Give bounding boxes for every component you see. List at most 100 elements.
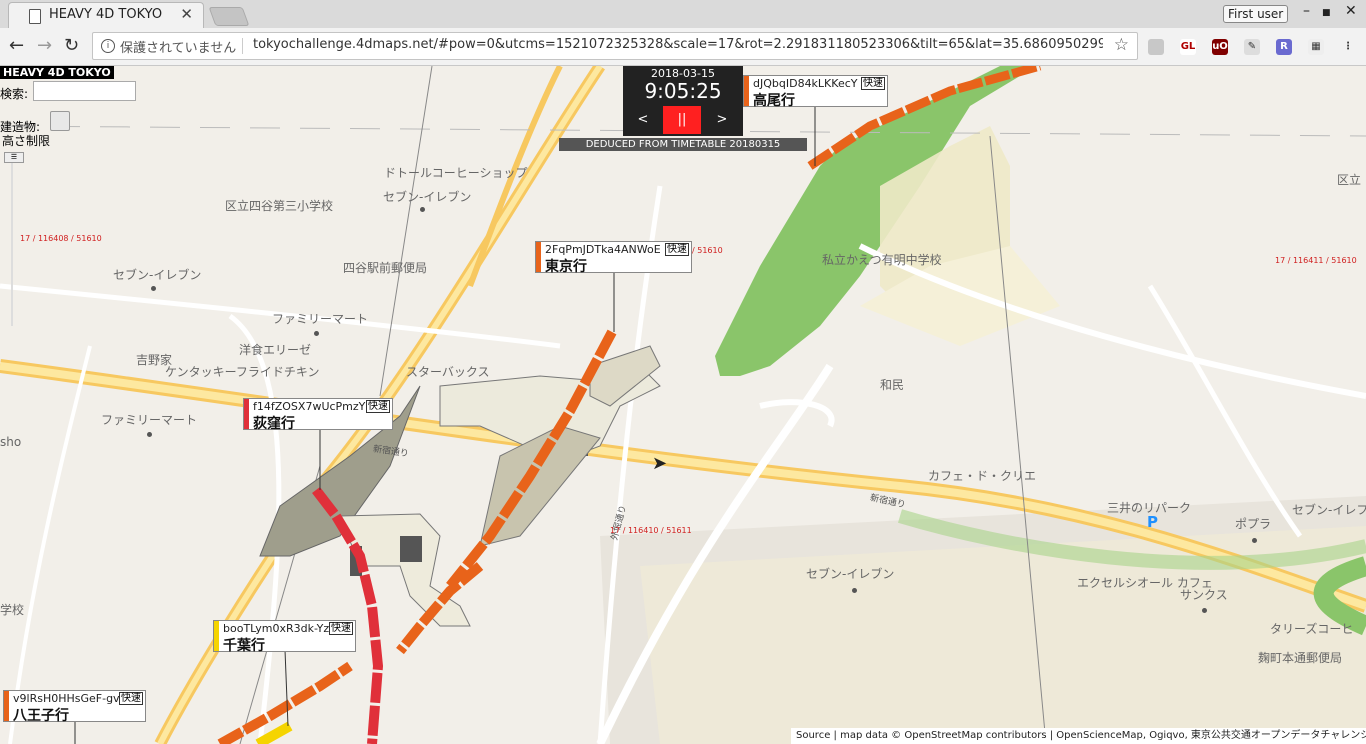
poi-label: サンクス bbox=[1180, 588, 1228, 602]
train-destination: 東京行 bbox=[545, 259, 587, 275]
minimize-icon[interactable]: – bbox=[1303, 3, 1310, 19]
train-destination: 八王子行 bbox=[13, 708, 69, 724]
poi-label: カフェ・ド・クリエ bbox=[928, 469, 1037, 483]
building-toggle[interactable] bbox=[50, 111, 70, 131]
timetable-source: DEDUCED FROM TIMETABLE 20180315 bbox=[559, 138, 807, 151]
tab-close-icon[interactable]: ✕ bbox=[180, 5, 193, 23]
line-color-bar bbox=[244, 399, 249, 429]
poi-label: 私立かえつ有明中学校 bbox=[822, 253, 942, 267]
poi-dot-icon bbox=[852, 588, 857, 593]
pause-button[interactable]: || bbox=[663, 106, 701, 134]
tile-coord-label: 17 / 116410 / 51611 bbox=[610, 526, 692, 535]
poi-label: 和民 bbox=[880, 378, 905, 392]
poi-label: 区立 bbox=[1337, 173, 1362, 187]
tile-coord-label: 17 / 116411 / 51610 bbox=[1275, 256, 1357, 265]
maximize-icon[interactable]: ■ bbox=[1322, 8, 1331, 18]
poi-label: 四谷駅前郵便局 bbox=[343, 261, 428, 275]
poi-dot-icon bbox=[147, 432, 152, 437]
line-color-bar bbox=[4, 691, 9, 721]
height-slider-track[interactable] bbox=[11, 158, 13, 326]
info-icon[interactable]: i bbox=[101, 39, 115, 53]
line-color-bar bbox=[536, 242, 541, 272]
page-favicon-icon bbox=[29, 9, 41, 24]
height-limit-label: 高さ制限 bbox=[2, 134, 51, 148]
poi-label: sho bbox=[0, 435, 22, 449]
rapid-badge: 快速 bbox=[366, 400, 390, 413]
circle-extension-icon[interactable] bbox=[1148, 39, 1164, 55]
ublock-extension-icon[interactable]: uO bbox=[1212, 39, 1228, 55]
poi-label: ケンタッキーフライドチキン bbox=[165, 365, 320, 379]
poi-label: 洋食エリーゼ bbox=[239, 343, 312, 357]
eyedropper-extension-icon[interactable]: ✎ bbox=[1244, 39, 1260, 55]
tab-title: HEAVY 4D TOKYO bbox=[49, 7, 163, 22]
omnibox-separator bbox=[242, 38, 243, 54]
poi-label: セブン-イレブン bbox=[113, 268, 202, 282]
back-icon[interactable]: ← bbox=[9, 35, 24, 56]
url-text[interactable]: tokyochallenge.4dmaps.net/#pow=0&utcms=1… bbox=[253, 37, 1103, 52]
time-display: 9:05:25 bbox=[644, 79, 722, 103]
poi-label: 区立四谷第三小学校 bbox=[225, 199, 334, 213]
search-input[interactable] bbox=[33, 81, 136, 101]
poi-label: 学校 bbox=[0, 603, 25, 617]
security-status: 保護されていません bbox=[120, 41, 237, 56]
train-destination: 千葉行 bbox=[223, 638, 265, 654]
poi-label: ファミリーマート bbox=[272, 312, 369, 326]
time-panel: 2018-03-15 9:05:25 < || > bbox=[623, 66, 743, 136]
tab-strip: HEAVY 4D TOKYO ✕ First user – ■ ✕ bbox=[0, 0, 1366, 28]
profile-button[interactable]: First user bbox=[1223, 5, 1289, 23]
r-extension-icon[interactable]: R bbox=[1276, 39, 1292, 55]
train-destination: 高尾行 bbox=[753, 93, 795, 109]
search-label: 検索: bbox=[0, 87, 29, 101]
poi-label: セブン-イレブン bbox=[806, 567, 895, 581]
bookmark-star-icon[interactable]: ☆ bbox=[1114, 35, 1129, 55]
tile-coord-label: / 51610 bbox=[692, 246, 723, 255]
forward-icon[interactable]: → bbox=[37, 35, 52, 56]
poi-dot-icon bbox=[151, 286, 156, 291]
train-label[interactable]: v9lRsH0HHsGeF-gv 快速 八王子行 bbox=[3, 690, 146, 724]
poi-label: ポプラ bbox=[1235, 517, 1272, 531]
browser-toolbar: ← → ↻ i 保護されていません tokyochallenge.4dmaps.… bbox=[0, 28, 1366, 66]
rapid-badge: 快速 bbox=[119, 692, 143, 705]
poi-label: スターバックス bbox=[406, 365, 490, 379]
height-slider-thumb[interactable]: ☰ bbox=[4, 152, 24, 163]
poi-dot-icon bbox=[1252, 538, 1257, 543]
poi-label: タリーズコーヒ bbox=[1270, 622, 1354, 636]
window-close-icon[interactable]: ✕ bbox=[1345, 3, 1357, 19]
train-id: v9lRsH0HHsGeF-gv bbox=[13, 692, 120, 705]
train-label[interactable]: f14fZOSX7wUcPmzY 快速 荻窪行 bbox=[243, 398, 393, 432]
line-color-bar bbox=[214, 621, 219, 651]
chart-extension-icon[interactable]: ▦ bbox=[1308, 39, 1324, 55]
train-label[interactable]: dJQbqID84kLKKecY 快速 高尾行 bbox=[743, 75, 888, 109]
reload-icon[interactable]: ↻ bbox=[64, 35, 79, 56]
poi-dot-icon bbox=[420, 207, 425, 212]
gl-extension-icon[interactable]: GL bbox=[1180, 39, 1196, 55]
map-graphics bbox=[0, 66, 1366, 744]
address-bar[interactable]: i 保護されていません tokyochallenge.4dmaps.net/#p… bbox=[92, 32, 1138, 60]
map-canvas[interactable]: ドトールコーヒーショップ セブン-イレブン 区立四谷第三小学校 セブン-イレブン… bbox=[0, 66, 1366, 744]
parking-icon: P bbox=[1147, 513, 1158, 531]
poi-label: ドトールコーヒーショップ bbox=[384, 166, 528, 180]
mouse-cursor-icon: ➤ bbox=[652, 453, 668, 474]
poi-dot-icon bbox=[314, 331, 319, 336]
train-id: 2FqPmJDTka4ANWoE bbox=[545, 243, 661, 256]
new-tab-button[interactable] bbox=[208, 7, 250, 26]
rewind-button[interactable]: < bbox=[624, 106, 662, 134]
train-label[interactable]: booTLym0xR3dk-Yz 快速 千葉行 bbox=[213, 620, 356, 654]
map-attribution[interactable]: Source | map data © OpenStreetMap contri… bbox=[791, 728, 1366, 744]
menu-icon[interactable]: ⋮ bbox=[1340, 39, 1356, 55]
line-color-bar bbox=[744, 76, 749, 106]
rapid-badge: 快速 bbox=[329, 622, 353, 635]
train-label[interactable]: 2FqPmJDTka4ANWoE 快速 東京行 bbox=[535, 241, 692, 275]
poi-label: 麹町本通郵便局 bbox=[1258, 651, 1343, 665]
forward-button[interactable]: > bbox=[703, 106, 741, 134]
browser-tab[interactable]: HEAVY 4D TOKYO ✕ bbox=[8, 2, 204, 28]
poi-label: セブン-イレブン bbox=[383, 190, 472, 204]
poi-dot-icon bbox=[1202, 608, 1207, 613]
tile-coord-label: 17 / 116408 / 51610 bbox=[20, 234, 102, 243]
train-id: dJQbqID84kLKKecY bbox=[753, 77, 858, 90]
train-id: booTLym0xR3dk-Yz bbox=[223, 622, 330, 635]
rapid-badge: 快速 bbox=[665, 243, 689, 256]
poi-label: セブン-イレフ bbox=[1292, 503, 1366, 517]
train-destination: 荻窪行 bbox=[253, 416, 295, 432]
train-id: f14fZOSX7wUcPmzY bbox=[253, 400, 366, 413]
